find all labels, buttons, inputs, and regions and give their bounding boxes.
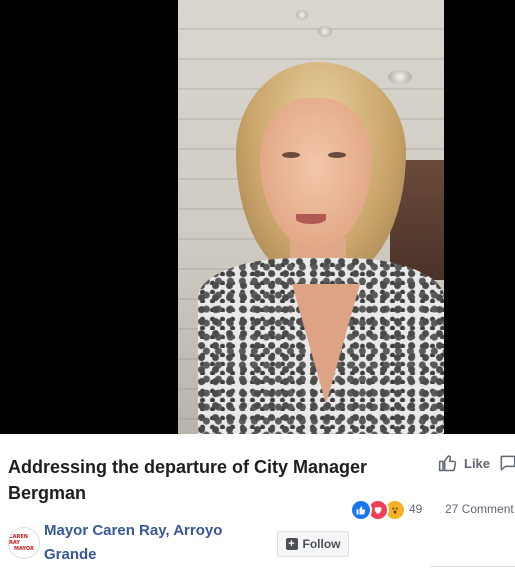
reaction-count[interactable]: 49 — [409, 502, 422, 516]
video-player[interactable] — [0, 0, 515, 434]
thumbs-up-icon — [438, 455, 457, 472]
video-frame — [178, 0, 444, 434]
avatar[interactable]: CAREN RAY MAYOR — [8, 527, 40, 559]
comment-button[interactable] — [498, 453, 515, 473]
avatar-text-line2: MAYOR — [14, 546, 34, 552]
speaker-eye — [328, 152, 346, 158]
follow-label: Follow — [302, 537, 341, 551]
avatar-text-line1: CAREN RAY — [9, 534, 28, 546]
reactions-summary[interactable] — [350, 499, 406, 521]
divider — [430, 566, 515, 567]
like-label: Like — [464, 455, 491, 471]
comment-icon — [500, 455, 515, 471]
follow-button[interactable]: + Follow — [277, 531, 349, 557]
speaker-eye — [282, 152, 300, 158]
ceiling-light — [296, 10, 308, 20]
like-button[interactable]: Like — [438, 452, 490, 474]
ceiling-light — [388, 70, 412, 84]
speaker-mouth — [296, 214, 326, 224]
comments-count[interactable]: 27 Comment — [445, 502, 514, 516]
page-name-link[interactable]: Mayor Caren Ray, Arroyo Grande — [44, 519, 254, 567]
plus-icon: + — [285, 538, 298, 550]
like-reaction-icon — [350, 499, 372, 521]
speaker-neckline — [292, 284, 360, 404]
post-title: Addressing the departure of City Manager… — [8, 457, 368, 503]
ceiling-light — [318, 26, 332, 37]
